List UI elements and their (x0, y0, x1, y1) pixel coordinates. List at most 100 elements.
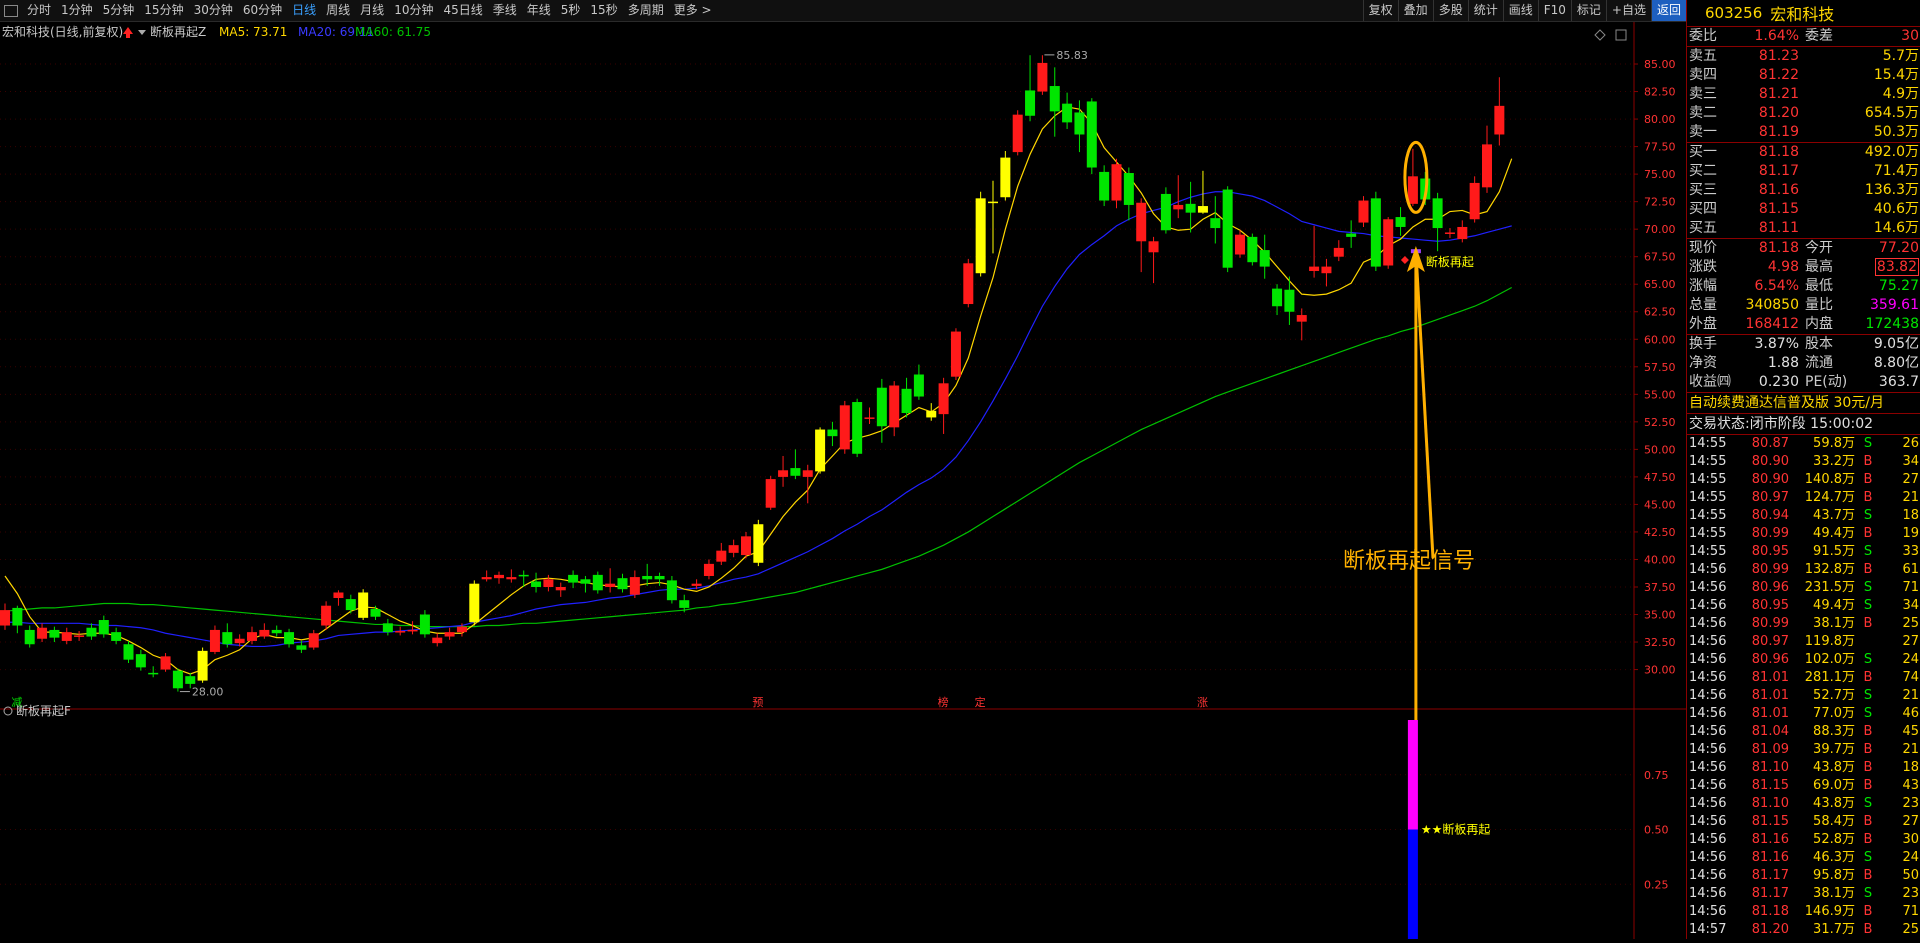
candle-body (1012, 114, 1023, 153)
bids-volume: 71.4万 (1873, 163, 1919, 179)
tick-volume: 231.5万 (1804, 580, 1855, 595)
tool-button[interactable]: F10 (1537, 0, 1571, 21)
period-tab[interactable]: 日线 (287, 0, 321, 21)
candle-body (568, 574, 579, 583)
candle-body (1259, 250, 1270, 267)
tool-button[interactable]: 标记 (1570, 0, 1606, 21)
candle-body (555, 586, 566, 591)
kline-chart-area[interactable]: 85.00 82.50 80.00 77.50 75.00 72.50 70.00 67.50… (0, 22, 1686, 939)
period-tab[interactable]: 周线 (321, 0, 355, 21)
stats-table: 现价 81.18 今开 77.20 涨跌 4.98 最高 83.82 涨幅 6.54% 最低 75.2… (1687, 238, 1920, 392)
tick-side: B (1863, 472, 1873, 487)
candle-body (1309, 266, 1320, 272)
tick-row: 14:56 81.15 69.0万 B 43 (1687, 777, 1920, 795)
period-tab[interactable]: 45日线 (438, 0, 487, 21)
period-tab[interactable]: 1分钟 (56, 0, 98, 21)
tick-price: 81.17 (1751, 886, 1789, 901)
period-tab[interactable]: 5分钟 (98, 0, 140, 21)
period-tab[interactable]: 15秒 (585, 0, 622, 21)
bids-volume: 492.0万 (1864, 144, 1919, 160)
stat-label: 外盘 (1689, 316, 1717, 332)
tool-button[interactable]: 复权 (1362, 0, 1398, 21)
candle-body (938, 383, 949, 415)
tool-button[interactable]: 多股 (1432, 0, 1468, 21)
stock-label: 宏和科技(日线,前复权) (2, 24, 123, 39)
signal-label: 断板再起 (1426, 254, 1474, 269)
y-tick-label: 37.50 (1644, 581, 1676, 594)
tick-count: 30 (1902, 832, 1919, 847)
tick-volume: 58.4万 (1813, 814, 1855, 829)
candle-body (703, 563, 714, 576)
asks-label: 卖二 (1689, 105, 1717, 121)
candle-body (1247, 236, 1258, 263)
tick-side: B (1863, 526, 1873, 541)
stat-label: PE(动) (1805, 374, 1848, 390)
tick-side: B (1863, 562, 1873, 577)
tick-side: S (1863, 652, 1873, 667)
tick-volume: 59.8万 (1813, 436, 1855, 451)
tick-row: 14:55 80.95 91.5万 S 33 (1687, 543, 1920, 561)
tick-count: 43 (1902, 778, 1919, 793)
tick-time: 14:55 (1689, 508, 1727, 523)
y-tick-label: 60.00 (1644, 333, 1676, 346)
candle-body (160, 656, 171, 670)
candle-body (209, 629, 220, 652)
weibi-label: 委比 (1689, 28, 1717, 44)
period-tab[interactable]: 多周期 (623, 0, 669, 21)
tick-volume: 102.0万 (1804, 652, 1855, 667)
period-tab[interactable]: 60分钟 (238, 0, 287, 21)
candle-body (839, 405, 850, 450)
period-tab[interactable]: 分时 (22, 0, 56, 21)
period-tab[interactable]: 更多 > (669, 0, 717, 21)
candle-body (913, 374, 924, 397)
tool-button[interactable]: 统计 (1467, 0, 1503, 21)
candle-body (86, 627, 97, 637)
stat-value-text: 8.80亿 (1873, 355, 1919, 371)
tick-volume: 124.7万 (1804, 490, 1855, 505)
y-tick-label: 82.50 (1644, 86, 1676, 99)
candle-body (1469, 182, 1480, 220)
stat-label: 涨跌 (1689, 259, 1717, 275)
period-tab[interactable]: 15分钟 (139, 0, 188, 21)
period-tab[interactable]: 月线 (355, 0, 389, 21)
ad-banner[interactable]: 自动续费通达信普及版 30元/月 (1687, 392, 1920, 413)
tick-volume: 38.1万 (1813, 886, 1855, 901)
period-tab[interactable]: 季线 (488, 0, 522, 21)
up-arrow-icon (123, 27, 133, 38)
bids-row: 买三 81.16 136.3万 (1687, 181, 1920, 200)
stock-name: 宏和科技 (1770, 5, 1835, 24)
tick-row: 14:56 80.99 132.8万 B 61 (1687, 561, 1920, 579)
tick-count: 25 (1902, 616, 1919, 631)
sub-y-tick-label: 0.25 (1644, 878, 1669, 891)
period-tab[interactable]: 年线 (522, 0, 556, 21)
tick-time: 14:56 (1689, 670, 1727, 685)
tick-price: 81.04 (1751, 724, 1789, 739)
tool-button[interactable]: +自选 (1605, 0, 1651, 21)
tick-count: 18 (1902, 508, 1919, 523)
tick-side: S (1863, 688, 1873, 703)
candle-body (666, 580, 677, 601)
tool-button[interactable]: 画线 (1502, 0, 1538, 21)
tick-list[interactable]: 14:55 80.87 59.8万 S 26 14:55 80.90 33.2万 B 34 14:5… (1687, 434, 1920, 939)
dropdown-triangle-icon (138, 30, 146, 35)
tool-button[interactable]: 返回 (1650, 0, 1686, 21)
candle-body (1222, 189, 1233, 268)
period-tab[interactable]: 30分钟 (189, 0, 238, 21)
tick-count: 21 (1902, 742, 1919, 757)
tick-volume: 38.1万 (1813, 616, 1855, 631)
candle-body (827, 429, 838, 437)
ask-book: 卖五 81.23 5.7万 卖四 81.22 15.4万 卖三 81.21 4.9万 卖二 81.2… (1687, 46, 1920, 142)
period-tab[interactable]: 10分钟 (389, 0, 438, 21)
candle-body (259, 629, 270, 637)
kline-chart[interactable]: 85.00 82.50 80.00 77.50 75.00 72.50 70.00 67.50… (0, 22, 1686, 939)
tick-time: 14:56 (1689, 868, 1727, 883)
layout-grid-icon[interactable] (4, 4, 18, 17)
candle-body (172, 670, 183, 689)
candle-body (580, 579, 591, 584)
tick-count: 23 (1902, 886, 1919, 901)
tick-side: S (1863, 436, 1873, 451)
tool-button[interactable]: 叠加 (1397, 0, 1433, 21)
period-tab[interactable]: 5秒 (556, 0, 586, 21)
tick-volume: 46.3万 (1813, 850, 1855, 865)
weibi-value: 1.64% (1754, 28, 1799, 44)
